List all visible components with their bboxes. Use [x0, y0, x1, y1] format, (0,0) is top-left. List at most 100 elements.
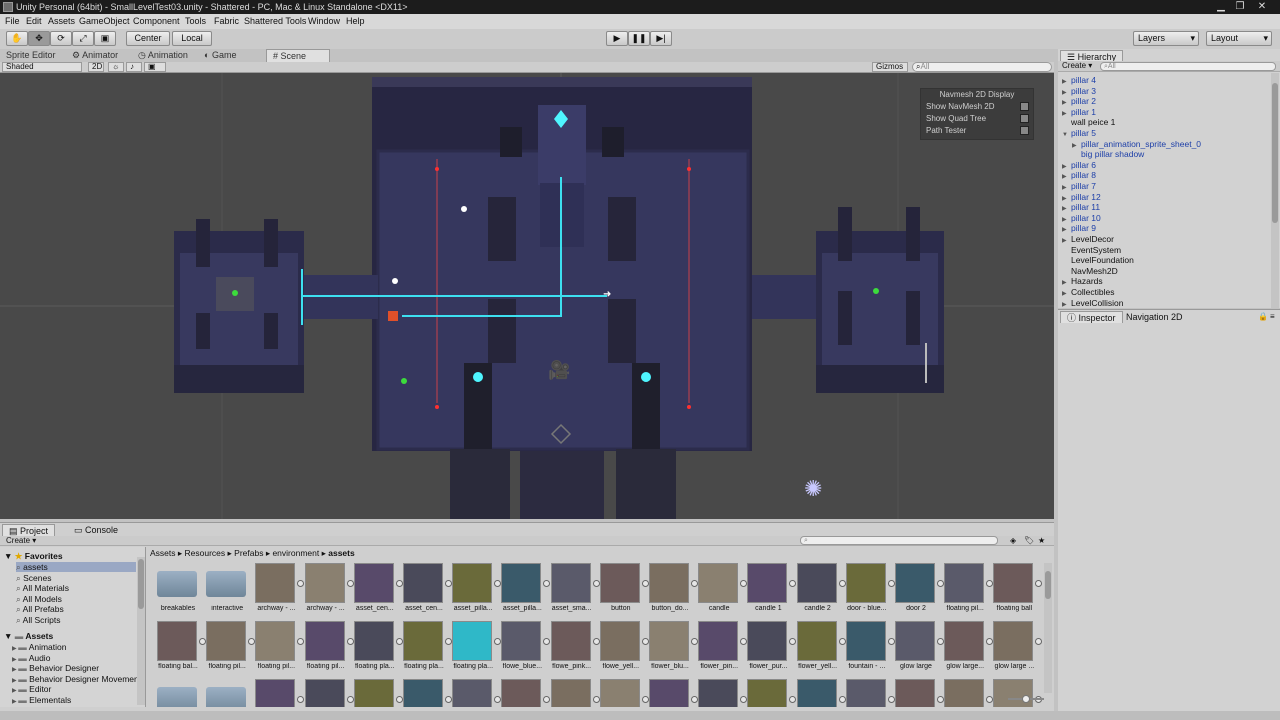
- hierarchy-item[interactable]: NavMesh2D: [1062, 266, 1118, 277]
- asset-prefab[interactable]: floating pla...: [402, 621, 452, 673]
- thumbnail-size-handle[interactable]: [1022, 695, 1030, 703]
- menu-file[interactable]: File: [5, 14, 20, 29]
- asset-prefab[interactable]: flowe_yell...: [599, 621, 649, 673]
- tab-inspector[interactable]: ⓘ Inspector: [1060, 311, 1123, 323]
- pivot-center-button[interactable]: Center: [126, 31, 170, 46]
- favorite-item[interactable]: ⌕ All Models: [16, 594, 62, 604]
- asset-prefab[interactable]: archway - ...: [304, 563, 354, 615]
- asset-prefab[interactable]: [894, 679, 944, 707]
- show-quadtree-checkbox[interactable]: [1020, 114, 1029, 123]
- hierarchy-scroll-thumb[interactable]: [1272, 83, 1278, 223]
- step-icon[interactable]: ▶|: [650, 31, 672, 46]
- asset-prefab[interactable]: asset_pilla...: [500, 563, 551, 615]
- menu-assets[interactable]: Assets: [48, 14, 75, 29]
- favorite-star-icon[interactable]: ★: [1038, 536, 1045, 545]
- favorite-item[interactable]: ⌕ assets: [16, 562, 136, 572]
- hand-tool-icon[interactable]: ✋: [6, 31, 28, 46]
- folder-item[interactable]: ▶ ▬ Elementals: [12, 695, 71, 707]
- audio-toggle-icon[interactable]: ♪: [126, 62, 142, 72]
- asset-prefab[interactable]: door - blue...: [845, 563, 895, 615]
- tab-sprite-editor[interactable]: Sprite Editor: [0, 49, 62, 62]
- asset-prefab[interactable]: flowe_blue...: [500, 621, 551, 673]
- asset-prefab[interactable]: [353, 679, 403, 707]
- breadcrumb-current[interactable]: assets: [328, 548, 354, 558]
- breadcrumb-assets[interactable]: Assets: [150, 548, 176, 558]
- lighting-toggle-icon[interactable]: ☼: [108, 62, 124, 72]
- folder-scrollbar[interactable]: [137, 557, 145, 705]
- favorite-item[interactable]: ⌕ Scenes: [16, 573, 51, 583]
- play-icon[interactable]: ▶: [606, 31, 628, 46]
- menu-edit[interactable]: Edit: [26, 14, 42, 29]
- hierarchy-item[interactable]: big pillar shadow: [1072, 149, 1144, 160]
- asset-prefab[interactable]: flowe_pink...: [550, 621, 600, 673]
- project-create-dropdown[interactable]: Create ▾: [6, 536, 36, 545]
- scene-search-input[interactable]: ⌕All: [912, 62, 1052, 72]
- layout-dropdown[interactable]: Layout ▾: [1206, 31, 1272, 46]
- asset-prefab[interactable]: [943, 679, 994, 707]
- tab-game[interactable]: ◐ Game: [198, 49, 242, 62]
- minimize-icon[interactable]: ▁: [1211, 0, 1231, 14]
- mode-2d-toggle[interactable]: 2D: [88, 62, 104, 72]
- asset-prefab[interactable]: [451, 679, 502, 707]
- asset-prefab[interactable]: [550, 679, 600, 707]
- asset-prefab[interactable]: fountain - ...: [845, 621, 895, 673]
- pivot-local-button[interactable]: Local: [172, 31, 212, 46]
- tab-navigation-2d[interactable]: Navigation 2D: [1120, 311, 1189, 323]
- folder-scroll-thumb[interactable]: [138, 559, 144, 609]
- asset-prefab[interactable]: [254, 679, 305, 707]
- move-tool-icon[interactable]: ✥: [28, 31, 50, 46]
- menu-component[interactable]: Component: [133, 14, 180, 29]
- panel-menu-icon[interactable]: ≡: [1270, 312, 1275, 321]
- asset-prefab[interactable]: flower_blu...: [648, 621, 698, 673]
- asset-prefab[interactable]: [402, 679, 452, 707]
- menu-gameobject[interactable]: GameObject: [79, 14, 130, 29]
- asset-prefab[interactable]: floating bal...: [156, 621, 206, 673]
- asset-folder[interactable]: [156, 679, 202, 707]
- thumbnail-size-slider[interactable]: [1008, 695, 1044, 703]
- menu-tools[interactable]: Tools: [185, 14, 206, 29]
- asset-prefab[interactable]: [845, 679, 895, 707]
- breadcrumb-resources[interactable]: Resources: [185, 548, 226, 558]
- asset-prefab[interactable]: asset_pilla...: [451, 563, 502, 615]
- favorite-item[interactable]: ⌕ All Prefabs: [16, 604, 64, 614]
- hierarchy-create-dropdown[interactable]: Create ▾: [1062, 61, 1092, 70]
- hierarchy-search-input[interactable]: ⌕All: [1100, 62, 1276, 71]
- breadcrumb-environment[interactable]: environment: [272, 548, 319, 558]
- asset-prefab[interactable]: floating pil...: [943, 563, 994, 615]
- asset-prefab[interactable]: candle: [697, 563, 748, 615]
- asset-prefab[interactable]: floating pil...: [304, 621, 354, 673]
- asset-prefab[interactable]: glow large...: [943, 621, 994, 673]
- layers-dropdown[interactable]: Layers ▾: [1133, 31, 1199, 46]
- tab-console[interactable]: ▭ Console: [68, 524, 124, 536]
- asset-folder[interactable]: [205, 679, 251, 707]
- shading-mode-dropdown[interactable]: Shaded: [2, 62, 82, 72]
- asset-prefab[interactable]: floating pla...: [451, 621, 502, 673]
- menu-window[interactable]: Window: [308, 14, 340, 29]
- menu-fabric[interactable]: Fabric: [214, 14, 239, 29]
- asset-prefab[interactable]: glow large ...: [992, 621, 1043, 673]
- asset-prefab[interactable]: asset_sma...: [550, 563, 600, 615]
- filter-type-icon[interactable]: ◈: [1010, 536, 1016, 545]
- asset-folder[interactable]: interactive: [205, 563, 251, 615]
- expand-prefab-icon[interactable]: [1035, 638, 1043, 645]
- tab-scene[interactable]: # Scene: [266, 49, 330, 62]
- expand-arrow-icon[interactable]: ▼: [1062, 130, 1071, 141]
- asset-prefab[interactable]: flower_pur...: [746, 621, 797, 673]
- tab-animation[interactable]: ◷ Animation: [132, 49, 194, 62]
- rect-tool-icon[interactable]: ▣: [94, 31, 116, 46]
- asset-prefab[interactable]: [746, 679, 797, 707]
- menu-help[interactable]: Help: [346, 14, 365, 29]
- favorite-item[interactable]: ⌕ All Scripts: [16, 615, 60, 625]
- asset-prefab[interactable]: [500, 679, 551, 707]
- show-navmesh-checkbox[interactable]: [1020, 102, 1029, 111]
- hierarchy-item[interactable]: EventSystem: [1062, 245, 1121, 256]
- asset-prefab[interactable]: floating pil...: [254, 621, 305, 673]
- maximize-icon[interactable]: ❐: [1230, 0, 1250, 14]
- effects-toggle-icon[interactable]: ▣: [144, 62, 166, 72]
- asset-prefab[interactable]: archway - ...: [254, 563, 305, 615]
- asset-prefab[interactable]: asset_cen...: [353, 563, 403, 615]
- favorite-item[interactable]: ⌕ All Materials: [16, 583, 69, 593]
- light-gizmo-icon[interactable]: ✺: [804, 476, 822, 502]
- tab-animator[interactable]: ⚙ Animator: [66, 49, 124, 62]
- asset-prefab[interactable]: candle 2: [796, 563, 846, 615]
